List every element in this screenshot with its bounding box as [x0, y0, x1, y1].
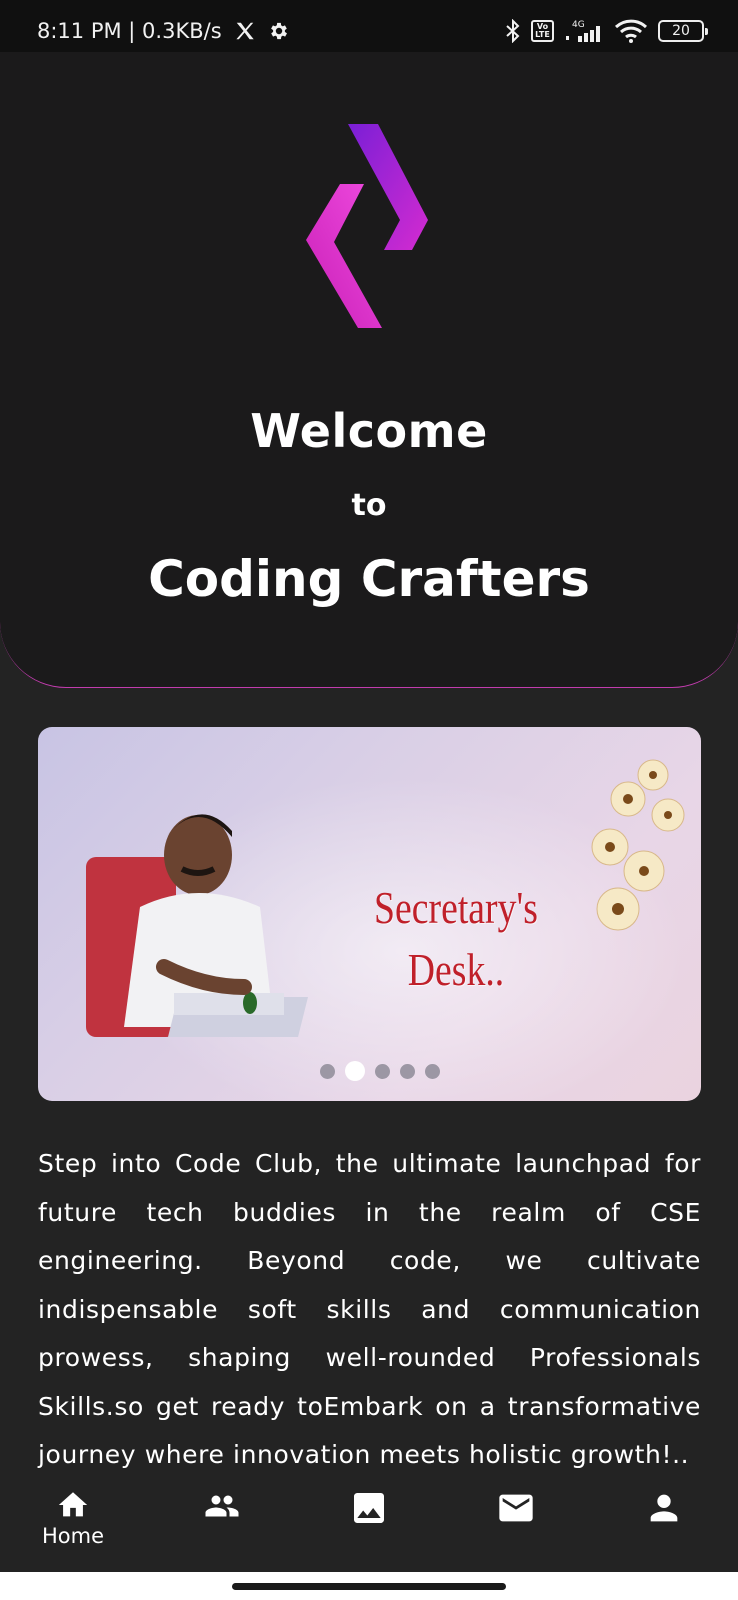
volte-icon: Vo LTE [531, 20, 554, 42]
welcome-heading: Welcome [250, 404, 488, 458]
nav-home[interactable]: Home [33, 1488, 113, 1548]
club-description: Step into Code Club, the ultimate launch… [38, 1149, 701, 1468]
carousel-dot-active[interactable] [344, 1061, 365, 1081]
flowers-decoration [591, 759, 685, 931]
nav-contact[interactable] [476, 1488, 556, 1528]
carousel-dot[interactable] [374, 1063, 390, 1079]
status-left: 8:11 PM | 0.3KB/s [37, 19, 290, 43]
bottom-nav: Home [0, 1468, 738, 1572]
battery-icon: 20 [658, 20, 708, 42]
carousel-dot[interactable] [399, 1063, 415, 1079]
wifi-icon [614, 18, 648, 44]
bluetooth-icon [505, 19, 521, 43]
carousel-pagination [48, 1061, 701, 1081]
description-viewport: Step into Code Club, the ultimate launch… [0, 1140, 738, 1468]
people-icon [205, 1495, 239, 1517]
nav-members[interactable] [182, 1488, 262, 1524]
svg-text:4G: 4G [572, 20, 585, 30]
secretary-photo [86, 814, 308, 1037]
image-carousel[interactable]: Secretary's Desk.. [38, 727, 701, 1101]
nav-profile[interactable] [624, 1488, 704, 1528]
carousel-dot[interactable] [424, 1063, 440, 1079]
image-icon [354, 1493, 384, 1523]
banner-title-line1: Secretary's [374, 882, 538, 933]
nav-home-label: Home [41, 1524, 104, 1548]
coding-crafters-logo [306, 124, 428, 328]
home-indicator[interactable] [232, 1583, 506, 1590]
gear-icon [268, 20, 290, 42]
carousel-dot[interactable] [319, 1063, 335, 1079]
banner-title-line2: Desk.. [407, 944, 505, 995]
mail-icon [499, 1494, 533, 1522]
status-time-speed: 8:11 PM | 0.3KB/s [37, 19, 222, 43]
home-icon [58, 1492, 88, 1517]
signal-icon: 4G [564, 18, 604, 44]
x-logo-icon [234, 20, 256, 42]
banner-title: Secretary's Desk.. [366, 877, 546, 1001]
nav-gallery[interactable] [329, 1488, 409, 1528]
status-right: Vo LTE 4G 20 [505, 18, 708, 44]
hero-header: Welcome to Coding Crafters [0, 52, 738, 688]
person-icon [650, 1494, 678, 1522]
brand-title: Coding Crafters [148, 550, 590, 608]
app-screen: 8:11 PM | 0.3KB/s Vo LTE 4G 20 Welcome t… [0, 0, 738, 1600]
welcome-to-text: to [351, 488, 387, 523]
